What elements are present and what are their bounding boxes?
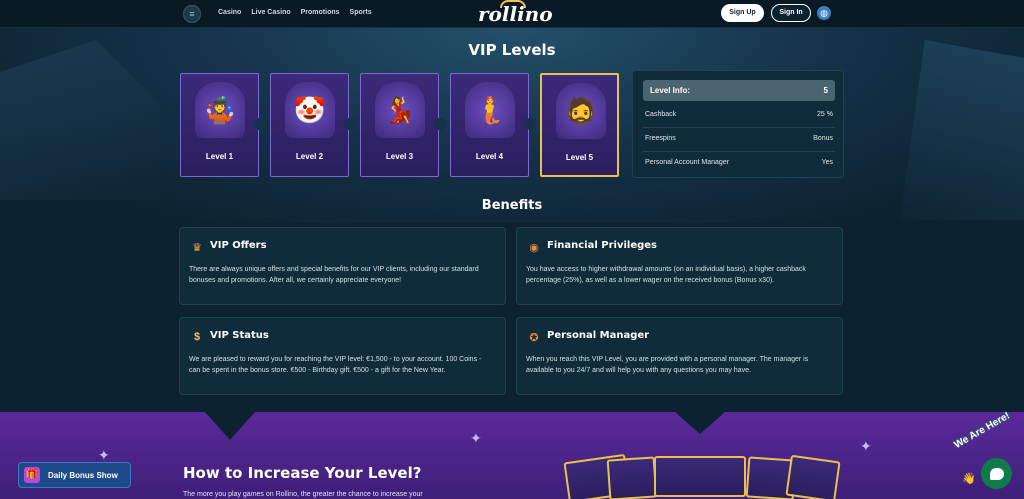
coins-icon: ◉: [529, 241, 539, 254]
nav-promotions[interactable]: Promotions: [301, 9, 340, 16]
level-label: Level 4: [475, 152, 504, 161]
nav-casino[interactable]: Casino: [218, 9, 241, 16]
daily-bonus-label: Daily Bonus Show: [48, 471, 118, 480]
info-row-label: Freespins: [645, 135, 676, 142]
benefit-title: Financial Privileges: [547, 240, 657, 251]
increase-level-text: The more you play games on Rollino, the …: [183, 491, 423, 498]
benefit-text: You have access to higher withdrawal amo…: [526, 266, 806, 284]
level-card-3[interactable]: 💃 Level 3: [360, 73, 439, 177]
benefit-text: There are always unique offers and speci…: [189, 266, 479, 284]
card-connector: [344, 118, 356, 130]
chat-icon: [989, 467, 1004, 480]
level-4-avatar: 🧜: [465, 82, 515, 138]
level-5-avatar: 🧔: [556, 83, 606, 139]
decor-card-featured: [654, 456, 746, 497]
medal-icon: ✪: [529, 331, 539, 344]
card-connector: [524, 118, 536, 130]
gift-icon: 🎁: [24, 467, 40, 483]
level-info-value: 5: [823, 86, 828, 95]
level-card-1[interactable]: 🤹 Level 1: [180, 73, 259, 177]
level-label: Level 1: [205, 152, 234, 161]
benefits-title: Benefits: [481, 198, 543, 213]
level-1-avatar: 🤹: [195, 82, 245, 138]
benefit-text: When you reach this VIP Level, you are p…: [526, 356, 809, 374]
daily-bonus-button[interactable]: 🎁 Daily Bonus Show: [18, 462, 131, 488]
benefit-text: We are pleased to reward you for reachin…: [189, 356, 482, 374]
globe-icon[interactable]: ◍: [817, 6, 831, 20]
decor-card: [606, 456, 658, 499]
info-row-value: Yes: [821, 159, 833, 166]
divider: [643, 127, 835, 128]
sign-up-button[interactable]: Sign Up: [721, 4, 764, 22]
level-2-avatar: 🤡: [285, 82, 335, 138]
increase-level-section: [0, 412, 1024, 499]
info-row-value: 25 %: [817, 111, 833, 118]
level-label: Level 5: [565, 153, 594, 162]
site-logo[interactable]: rollino: [478, 2, 553, 26]
benefit-card-vip-offers: ♛ VIP Offers There are always unique off…: [179, 227, 506, 305]
main-nav: Casino Live Casino Promotions Sports: [218, 9, 372, 16]
benefit-card-vip-status: $ VIP Status We are pleased to reward yo…: [179, 317, 506, 395]
divider: [643, 151, 835, 152]
benefit-title: Personal Manager: [547, 330, 650, 341]
hamburger-icon[interactable]: ≡: [183, 5, 201, 23]
benefit-title: VIP Offers: [210, 240, 267, 251]
sparkle-icon: ✦: [860, 438, 872, 454]
level-label: Level 2: [295, 152, 324, 161]
crown-icon: ♛: [192, 241, 202, 254]
decor-card: [785, 454, 841, 499]
card-connector: [434, 118, 446, 130]
card-connector: [254, 118, 266, 130]
info-row-value: Bonus: [813, 135, 833, 142]
benefit-card-financial-privileges: ◉ Financial Privileges You have access t…: [516, 227, 843, 305]
level-info-panel: Level Info: 5 Cashback 25 % Freespins Bo…: [632, 70, 844, 178]
level-3-avatar: 💃: [375, 82, 425, 138]
level-card-4[interactable]: 🧜 Level 4: [450, 73, 529, 177]
top-navbar: ≡ Casino Live Casino Promotions Sports r…: [0, 0, 1024, 28]
nav-sports[interactable]: Sports: [350, 9, 372, 16]
waving-hand-icon: 👋: [962, 473, 976, 485]
info-row-label: Personal Account Manager: [645, 159, 730, 166]
info-row-label: Cashback: [645, 111, 677, 118]
chat-button[interactable]: [981, 458, 1012, 489]
level-card-2[interactable]: 🤡 Level 2: [270, 73, 349, 177]
nav-live-casino[interactable]: Live Casino: [251, 9, 290, 16]
level-info-header: Level Info: 5: [643, 80, 835, 101]
level-label: Level 3: [385, 152, 414, 161]
vip-levels-title: VIP Levels: [468, 41, 556, 59]
dollar-icon: $: [193, 331, 201, 343]
sparkle-icon: ✦: [470, 430, 482, 446]
level-info-label: Level Info:: [650, 86, 691, 95]
level-card-5[interactable]: 🧔 Level 5: [540, 73, 619, 177]
increase-level-title: How to Increase Your Level?: [183, 464, 422, 482]
sign-in-button[interactable]: Sign In: [771, 4, 811, 22]
benefit-card-personal-manager: ✪ Personal Manager When you reach this V…: [516, 317, 843, 395]
benefit-title: VIP Status: [210, 330, 269, 341]
